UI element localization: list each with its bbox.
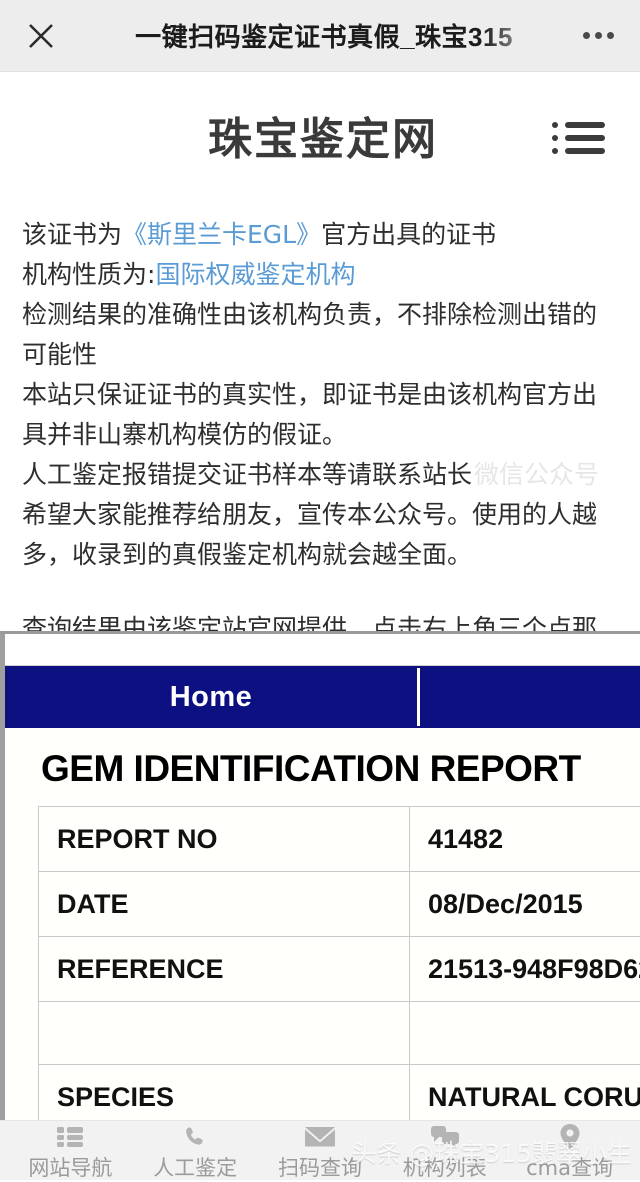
copy-line-1: 该证书为《斯里兰卡EGL》官方出具的证书: [22, 215, 618, 255]
tab-label: 机构列表: [403, 1152, 487, 1182]
row-value: NATURAL CORUND: [410, 1065, 640, 1121]
copy-line-5-text: 人工鉴定报错提交证书样本等请联系站长: [22, 460, 472, 489]
row-key: REFERENCE: [39, 937, 410, 1002]
site-brand: 珠宝鉴定网: [208, 103, 438, 167]
phone-icon: [183, 1123, 207, 1151]
more-dots-icon[interactable]: [562, 32, 634, 39]
authority-type-link[interactable]: 国际权威鉴定机构: [155, 260, 355, 289]
certificate-authority-link[interactable]: 《斯里兰卡EGL》: [122, 220, 321, 249]
tab-label: cma查询: [526, 1152, 613, 1182]
row-key: [39, 1002, 410, 1065]
tab-cma-query[interactable]: cma查询: [507, 1123, 632, 1182]
close-icon[interactable]: [14, 21, 68, 51]
report-table-body: REPORT NO 41482 DATE 08/Dec/2015 REFEREN…: [39, 807, 640, 1121]
bottom-tabbar: 网站导航 人工鉴定 扫码查询 机构列表: [0, 1120, 640, 1180]
row-value: 08/Dec/2015: [410, 872, 640, 937]
wechat-titlebar: 一键扫码鉴定证书真假_珠宝315: [0, 0, 640, 72]
copy-line-4: 本站只保证证书的真实性，即证书是由该机构官方出具并非山寨机构模仿的假证。: [22, 375, 618, 455]
copy-line-3: 检测结果的准确性由该机构负责，不排除检测出错的可能性: [22, 295, 618, 375]
envelope-icon: [305, 1123, 335, 1151]
tab-label: 扫码查询: [278, 1152, 362, 1182]
report-nav-blank-row: [5, 634, 640, 666]
table-row: DATE 08/Dec/2015: [39, 872, 640, 937]
table-row: REFERENCE 21513-948F98D626E: [39, 937, 640, 1002]
table-row: REPORT NO 41482: [39, 807, 640, 872]
tab-site-nav[interactable]: 网站导航: [8, 1123, 133, 1182]
row-value: [410, 1002, 640, 1065]
copy-line-2-prefix: 机构性质为:: [22, 260, 155, 289]
location-pin-icon: [559, 1123, 581, 1151]
tab-scan-query[interactable]: 扫码查询: [258, 1123, 383, 1182]
tab-institution-list[interactable]: 机构列表: [382, 1123, 507, 1182]
copy-spacer: [22, 575, 618, 609]
copy-line-1-suffix: 官方出具的证书: [321, 220, 496, 249]
copy-line-6: 希望大家能推荐给朋友，宣传本公众号。使用的人越多，收录到的真假鉴定机构就会越全面…: [22, 495, 618, 575]
page-title: 一键扫码鉴定证书真假_珠宝315: [68, 17, 562, 54]
intro-copy: 该证书为《斯里兰卡EGL》官方出具的证书 机构性质为:国际权威鉴定机构 检测结果…: [0, 197, 640, 689]
tab-label: 网站导航: [28, 1152, 112, 1182]
row-value: 41482: [410, 807, 640, 872]
table-row: SPECIES NATURAL CORUND: [39, 1065, 640, 1121]
copy-line-5: 人工鉴定报错提交证书样本等请联系站长微信公众号: [22, 455, 618, 495]
list-icon: [57, 1123, 83, 1151]
site-header: 珠宝鉴定网: [0, 72, 640, 197]
copy-line-2: 机构性质为:国际权威鉴定机构: [22, 255, 618, 295]
tab-label: 人工鉴定: [153, 1152, 237, 1182]
row-key: REPORT NO: [39, 807, 410, 872]
nav-separator: [417, 668, 420, 726]
report-table: REPORT NO 41482 DATE 08/Dec/2015 REFEREN…: [38, 806, 640, 1120]
row-value: 21513-948F98D626E: [410, 937, 640, 1002]
list-menu-icon[interactable]: [552, 122, 608, 162]
embedded-report-frame: Home GEM IDENTIFICATION REPORT REPORT NO…: [0, 631, 640, 1120]
row-key: DATE: [39, 872, 410, 937]
faded-watermark-text: 微信公众号: [474, 460, 599, 489]
chat-bubbles-icon: [431, 1123, 459, 1151]
report-nav-bar: Home: [5, 666, 640, 728]
row-key: SPECIES: [39, 1065, 410, 1121]
table-row: [39, 1002, 640, 1065]
report-heading: GEM IDENTIFICATION REPORT: [5, 728, 640, 806]
nav-item-home[interactable]: Home: [5, 681, 417, 714]
tab-manual-appraisal[interactable]: 人工鉴定: [133, 1123, 258, 1182]
report-content: Home GEM IDENTIFICATION REPORT REPORT NO…: [5, 634, 640, 1120]
copy-line-1-prefix: 该证书为: [22, 220, 122, 249]
